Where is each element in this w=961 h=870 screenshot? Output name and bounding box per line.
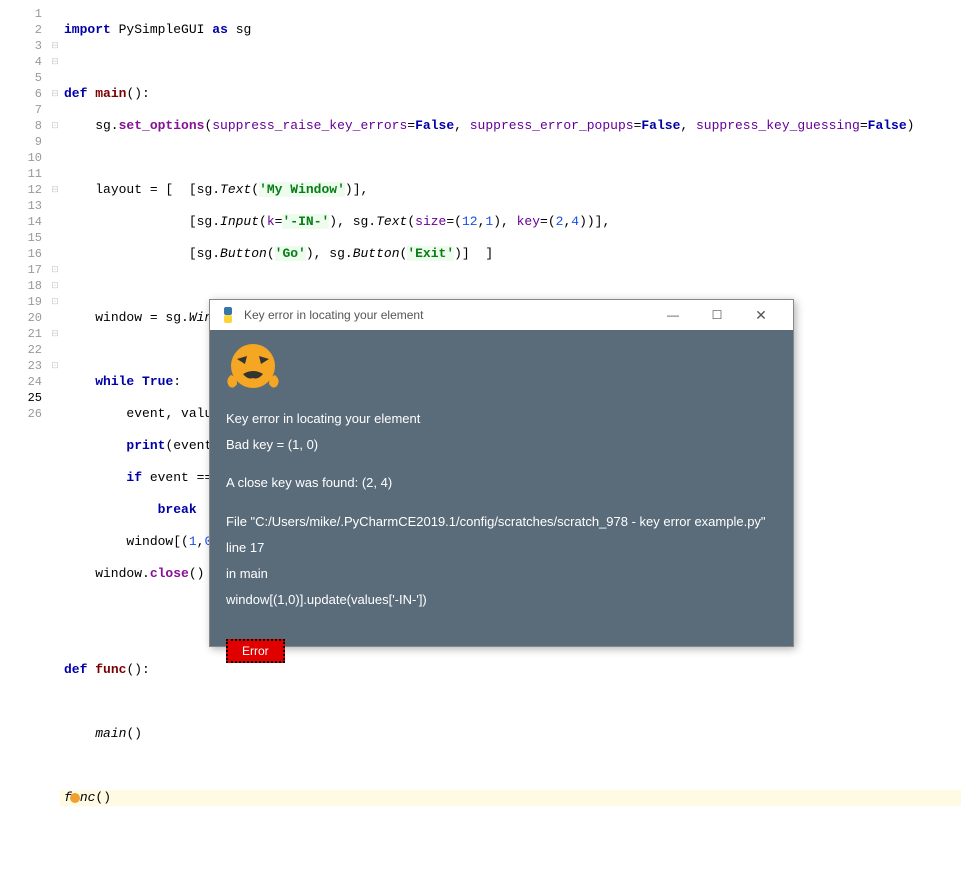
- line-number: 17: [0, 262, 50, 278]
- frustrated-emoji-icon: [223, 342, 283, 397]
- line-number: 26: [0, 406, 50, 422]
- code-line[interactable]: [sg.Input(k='-IN-'), sg.Text(size=(12,1)…: [60, 214, 961, 230]
- fold-gutter[interactable]: ⊟ ⊟ ⊟ ⊡ ⊟ ⊡ ⊡ ⊡ ⊟ ⊡: [50, 0, 60, 658]
- line-number: 8: [0, 118, 50, 134]
- code-line[interactable]: [60, 758, 961, 774]
- code-line[interactable]: def main():: [60, 86, 961, 102]
- line-number: 21: [0, 326, 50, 342]
- fold-toggle[interactable]: ⊟: [50, 86, 60, 102]
- line-number: 9: [0, 134, 50, 150]
- python-icon: [220, 307, 236, 323]
- error-dialog: Key error in locating your element — ☐ ✕…: [209, 299, 794, 647]
- error-line: File "C:/Users/mike/.PyCharmCE2019.1/con…: [226, 513, 777, 531]
- line-number: 10: [0, 150, 50, 166]
- error-button[interactable]: Error: [226, 639, 285, 663]
- fold-toggle[interactable]: ⊡: [50, 262, 60, 278]
- fold-toggle[interactable]: ⊟: [50, 326, 60, 342]
- line-number: 22: [0, 342, 50, 358]
- line-number: 2: [0, 22, 50, 38]
- fold-toggle[interactable]: ⊟: [50, 38, 60, 54]
- code-line[interactable]: [60, 822, 961, 838]
- line-number: 19: [0, 294, 50, 310]
- line-number: 7: [0, 102, 50, 118]
- minimize-button[interactable]: —: [651, 300, 695, 330]
- fold-toggle[interactable]: ⊟: [50, 182, 60, 198]
- line-number: 6: [0, 86, 50, 102]
- line-number: 13: [0, 198, 50, 214]
- line-number: 11: [0, 166, 50, 182]
- line-number: 16: [0, 246, 50, 262]
- error-line: A close key was found: (2, 4): [226, 474, 777, 492]
- line-number: 20: [0, 310, 50, 326]
- line-number: 15: [0, 230, 50, 246]
- close-button[interactable]: ✕: [739, 300, 783, 330]
- code-line[interactable]: import PySimpleGUI as sg: [60, 22, 961, 38]
- code-line[interactable]: [60, 278, 961, 294]
- error-line: Key error in locating your element: [226, 410, 777, 428]
- line-number: 24: [0, 374, 50, 390]
- line-number: 5: [0, 70, 50, 86]
- fold-toggle[interactable]: ⊡: [50, 294, 60, 310]
- code-line[interactable]: main(): [60, 726, 961, 742]
- dialog-titlebar[interactable]: Key error in locating your element — ☐ ✕: [210, 300, 793, 330]
- code-line[interactable]: fnc(): [60, 790, 961, 806]
- fold-toggle[interactable]: ⊟: [50, 54, 60, 70]
- line-number: 12: [0, 182, 50, 198]
- line-number: 18: [0, 278, 50, 294]
- line-number: 1: [0, 6, 50, 22]
- code-line[interactable]: sg.set_options(suppress_raise_key_errors…: [60, 118, 961, 134]
- fold-toggle[interactable]: ⊡: [50, 358, 60, 374]
- dialog-title: Key error in locating your element: [244, 308, 651, 322]
- error-line: line 17: [226, 539, 777, 557]
- maximize-button[interactable]: ☐: [695, 300, 739, 330]
- error-line: Bad key = (1, 0): [226, 436, 777, 454]
- error-line: window[(1,0)].update(values['-IN-']): [226, 591, 777, 609]
- run-icon[interactable]: [70, 793, 80, 803]
- line-number: 23: [0, 358, 50, 374]
- line-number: 14: [0, 214, 50, 230]
- error-line: in main: [226, 565, 777, 583]
- code-line[interactable]: [sg.Button('Go'), sg.Button('Exit')] ]: [60, 246, 961, 262]
- line-number: 4: [0, 54, 50, 70]
- line-number: 25: [0, 390, 50, 406]
- line-number: 3: [0, 38, 50, 54]
- line-number-gutter: 1 2 3 4 5 6 7 8 9 10 11 12 13 14 15 16 1…: [0, 0, 50, 658]
- fold-toggle[interactable]: ⊡: [50, 278, 60, 294]
- code-line[interactable]: [60, 54, 961, 70]
- code-line[interactable]: [60, 694, 961, 710]
- code-line[interactable]: layout = [ [sg.Text('My Window')],: [60, 182, 961, 198]
- fold-toggle[interactable]: ⊡: [50, 118, 60, 134]
- dialog-body: Key error in locating your element Bad k…: [210, 330, 793, 675]
- code-line[interactable]: [60, 150, 961, 166]
